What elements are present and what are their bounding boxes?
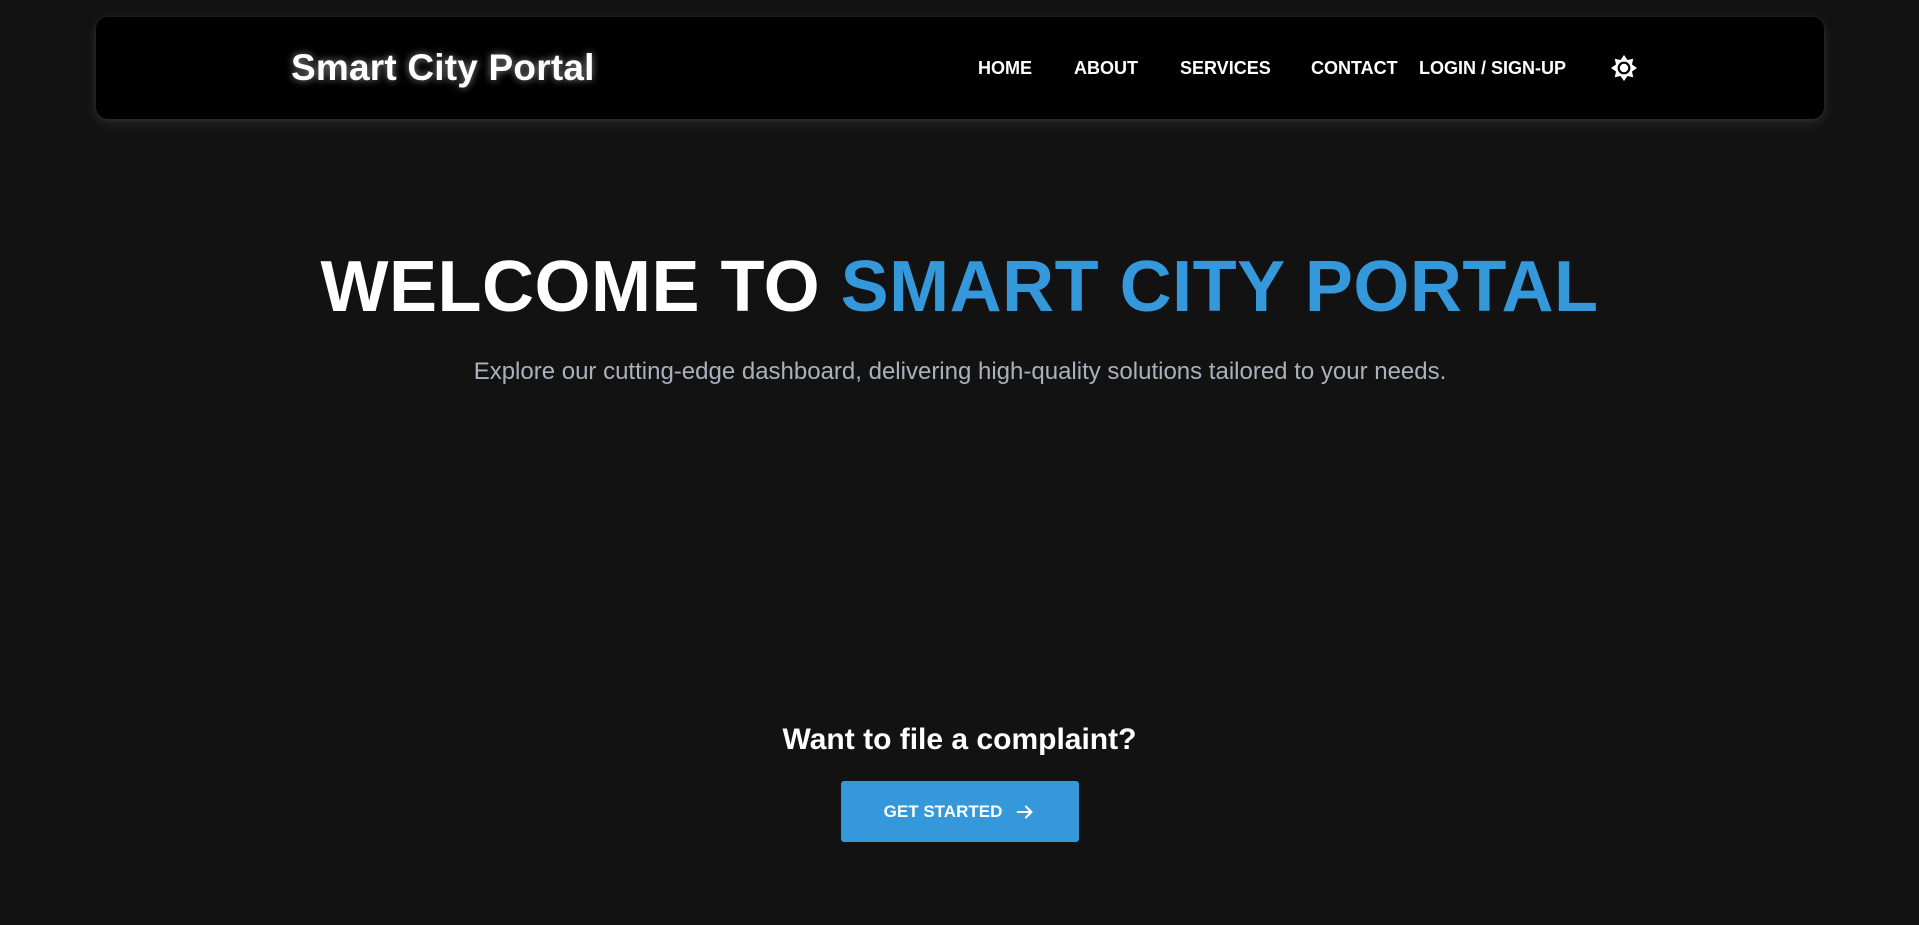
sun-icon	[1611, 55, 1637, 81]
hero-title: WELCOME TO SMART CITY PORTAL	[0, 243, 1919, 331]
get-started-label: GET STARTED	[883, 801, 1003, 821]
hero-title-accent: SMART CITY PORTAL	[840, 247, 1599, 327]
theme-toggle-button[interactable]	[1610, 54, 1638, 82]
hero-subtitle: Explore our cutting-edge dashboard, deli…	[473, 358, 1447, 385]
nav-home-link[interactable]: HOME	[978, 17, 1032, 119]
complaint-heading: Want to file a complaint?	[782, 723, 1137, 756]
nav-about-link[interactable]: ABOUT	[1074, 17, 1138, 119]
page: Smart City Portal HOME ABOUT SERVICES CO…	[0, 0, 1919, 925]
navbar: Smart City Portal HOME ABOUT SERVICES CO…	[96, 17, 1824, 119]
brand-title[interactable]: Smart City Portal	[291, 17, 595, 119]
nav-contact-link[interactable]: CONTACT	[1311, 17, 1398, 119]
hero-title-prefix: WELCOME TO	[320, 247, 841, 327]
arrow-right-icon	[1017, 804, 1033, 819]
get-started-button[interactable]: GET STARTED	[841, 781, 1079, 842]
nav-services-link[interactable]: SERVICES	[1180, 17, 1271, 119]
nav-login-signup-link[interactable]: LOGIN / SIGN-UP	[1419, 17, 1566, 119]
